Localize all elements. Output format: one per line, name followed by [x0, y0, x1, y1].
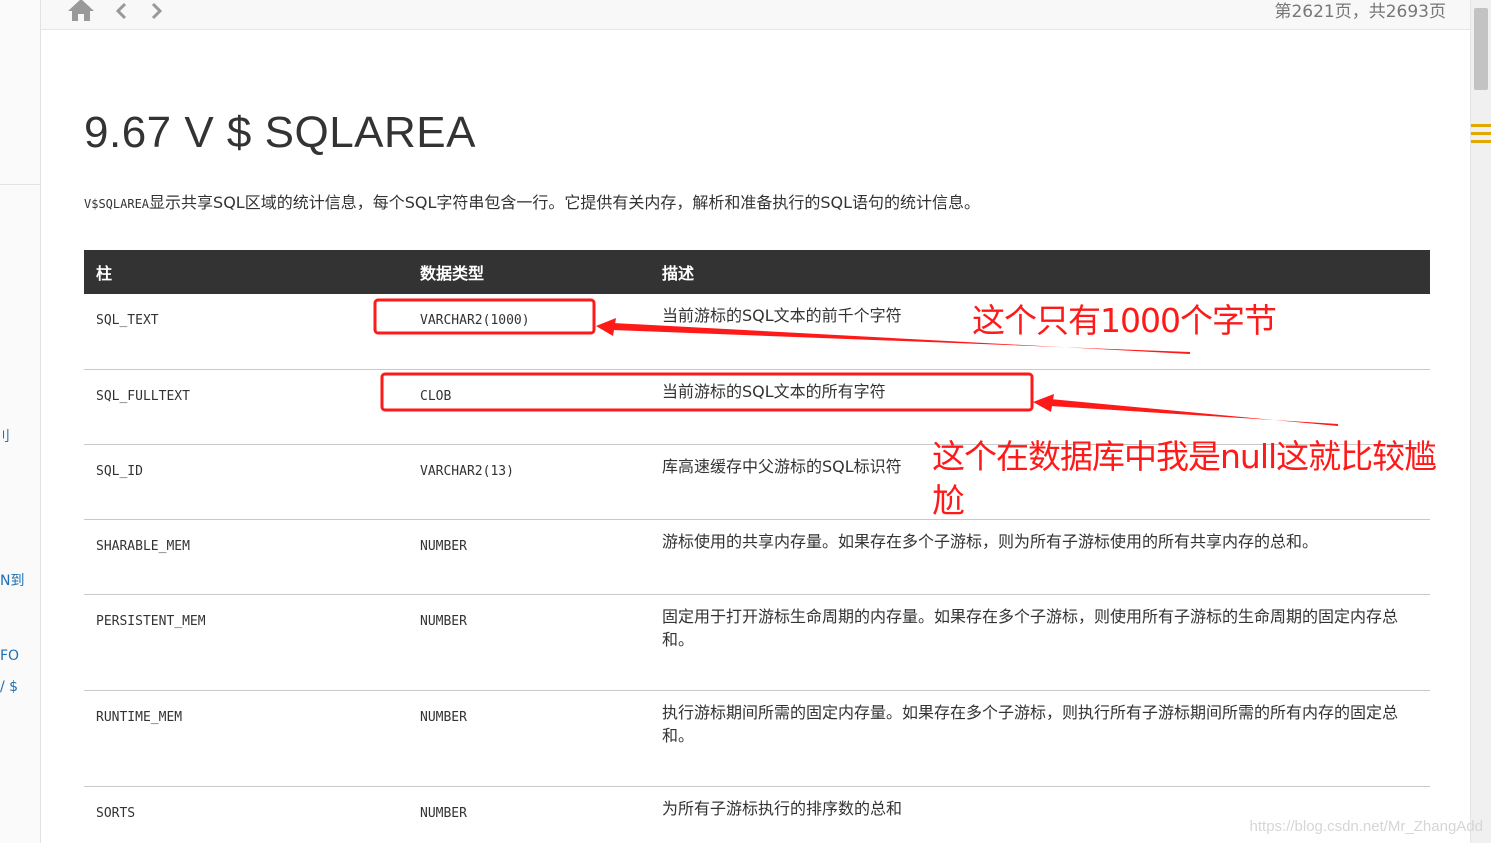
cell-column-name: SQL_ID: [84, 444, 408, 520]
rail-link-fragment[interactable]: N到: [0, 570, 24, 590]
chevron-left-icon[interactable]: [113, 1, 131, 21]
intro-code: V$SQLAREA: [84, 197, 150, 211]
rail-link-fragment[interactable]: FO: [0, 648, 19, 664]
table-row: SORTS NUMBER 为所有子游标执行的排序数的总和: [84, 786, 1430, 843]
table-row: RUNTIME_MEM NUMBER 执行游标期间所需的固定内存量。如果存在多个…: [84, 690, 1430, 787]
header-description: 描述: [662, 264, 695, 283]
left-nav-rail: 刂 N到 FO / $: [0, 0, 41, 843]
scroll-marker: [1471, 140, 1491, 143]
cell-column-name: SQL_TEXT: [84, 294, 408, 370]
cell-datatype: NUMBER: [408, 690, 650, 787]
scroll-marker: [1471, 132, 1491, 135]
intro-text: 显示共享SQL区域的统计信息，每个SQL字符串包含一行。它提供有关内存，解析和准…: [149, 193, 981, 212]
cell-column-name: PERSISTENT_MEM: [84, 594, 408, 691]
cell-column-name: SHARABLE_MEM: [84, 519, 408, 595]
vertical-scrollbar[interactable]: [1470, 0, 1491, 843]
annotation-note: 这个只有1000个字节: [972, 301, 1277, 340]
rail-link-fragment[interactable]: 刂: [0, 426, 10, 446]
annotation-note: 这个在数据库中我是null这就比较尴: [932, 437, 1437, 476]
cell-datatype: NUMBER: [408, 786, 650, 843]
cell-description: 游标使用的共享内存量。如果存在多个子游标，则为所有子游标使用的所有共享内存的总和…: [650, 519, 1430, 595]
chevron-right-icon[interactable]: [147, 1, 165, 21]
cell-description: 固定用于打开游标生命周期的内存量。如果存在多个子游标，则使用所有子游标的生命周期…: [650, 594, 1430, 691]
table-header-row: 柱 数据类型 描述: [84, 250, 1430, 294]
table-row: PERSISTENT_MEM NUMBER 固定用于打开游标生命周期的内存量。如…: [84, 594, 1430, 691]
cell-datatype: NUMBER: [408, 594, 650, 691]
header-datatype: 数据类型: [420, 264, 485, 283]
cell-description: 执行游标期间所需的固定内存量。如果存在多个子游标，则执行所有子游标期间所需的所有…: [650, 690, 1430, 787]
rail-divider: [0, 184, 40, 185]
home-icon[interactable]: [67, 0, 95, 22]
intro-paragraph: V$SQLAREA显示共享SQL区域的统计信息，每个SQL字符串包含一行。它提供…: [84, 189, 980, 213]
cell-datatype: VARCHAR2(13): [408, 444, 650, 520]
table-row: SHARABLE_MEM NUMBER 游标使用的共享内存量。如果存在多个子游标…: [84, 519, 1430, 595]
cell-datatype: CLOB: [408, 369, 650, 445]
cell-column-name: SQL_FULLTEXT: [84, 369, 408, 445]
header-column: 柱: [96, 264, 113, 283]
cell-column-name: SORTS: [84, 786, 408, 843]
scroll-marker: [1471, 124, 1491, 127]
page-counter: 第2621页，共2693页: [1274, 2, 1446, 22]
page-title: 9.67 V $ SQLAREA: [84, 108, 476, 157]
scrollbar-thumb[interactable]: [1474, 8, 1488, 90]
top-toolbar: 第2621页，共2693页: [41, 0, 1470, 30]
rail-link-fragment[interactable]: / $: [0, 679, 18, 695]
annotation-note: 尬: [932, 481, 965, 520]
cell-datatype: VARCHAR2(1000): [408, 294, 650, 370]
cell-datatype: NUMBER: [408, 519, 650, 595]
cell-column-name: RUNTIME_MEM: [84, 690, 408, 787]
watermark: https://blog.csdn.net/Mr_ZhangAdd: [1249, 818, 1483, 835]
